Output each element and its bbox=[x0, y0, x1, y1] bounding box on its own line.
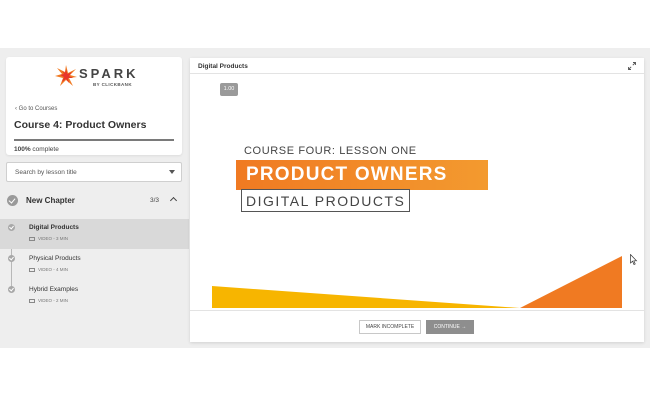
chapter-lesson-count: 3/3 bbox=[150, 197, 160, 204]
video-icon bbox=[29, 236, 35, 241]
lesson-complete-check-icon bbox=[8, 255, 15, 262]
yellow-wedge-shape bbox=[212, 286, 520, 308]
lesson-complete-check-icon bbox=[8, 286, 15, 293]
lesson-panel: Digital Products 1.00 COURSE FOUR: LESSO… bbox=[190, 58, 644, 342]
mark-incomplete-button[interactable]: MARK INCOMPLETE bbox=[359, 320, 421, 334]
course-progress-fill bbox=[14, 139, 174, 141]
chapter-header[interactable]: New Chapter 3/3 bbox=[6, 191, 182, 211]
chapter-complete-check-icon bbox=[7, 195, 18, 206]
dropdown-caret-icon bbox=[169, 170, 175, 174]
lesson-search-placeholder: Search by lesson title bbox=[15, 169, 77, 176]
progress-text: 100% complete bbox=[14, 146, 59, 153]
mouse-pointer-icon bbox=[630, 254, 638, 265]
progress-suffix: complete bbox=[30, 146, 59, 153]
spark-burst-icon bbox=[55, 65, 77, 86]
orange-wedge-shape bbox=[520, 256, 622, 308]
chapter-title: New Chapter bbox=[26, 196, 75, 205]
course-title: Course 4: Product Owners bbox=[14, 119, 147, 131]
chevron-up-icon[interactable] bbox=[169, 196, 178, 205]
go-to-courses-link[interactable]: ‹ Go to Courses bbox=[15, 106, 57, 112]
spark-wordmark: SPARK bbox=[79, 66, 139, 81]
spark-logo[interactable]: SPARK BY CLICKBANK bbox=[55, 65, 155, 89]
lesson-search-select[interactable]: Search by lesson title bbox=[6, 162, 182, 182]
lesson-meta: VIDEO - 2 MIN bbox=[29, 298, 68, 303]
course-progress-bar bbox=[14, 139, 174, 141]
lesson-meta-text: VIDEO - 3 MIN bbox=[38, 236, 69, 241]
lesson-title: Digital Products bbox=[29, 224, 79, 231]
lesson-item-hybrid-examples[interactable]: Hybrid Examples VIDEO - 2 MIN bbox=[0, 281, 189, 311]
lesson-meta-text: VIDEO - 2 MIN bbox=[38, 298, 69, 303]
course-header-card: SPARK BY CLICKBANK ‹ Go to Courses Cours… bbox=[6, 57, 182, 155]
lesson-title: Hybrid Examples bbox=[29, 286, 79, 293]
lesson-item-digital-products[interactable]: Digital Products VIDEO - 3 MIN bbox=[0, 219, 189, 249]
clickbank-subtitle: BY CLICKBANK bbox=[93, 82, 132, 87]
progress-value: 100% bbox=[14, 146, 31, 153]
lesson-complete-check-icon bbox=[8, 224, 15, 231]
video-icon bbox=[29, 267, 35, 272]
continue-button[interactable]: CONTINUE → bbox=[426, 320, 474, 334]
course-player: SPARK BY CLICKBANK ‹ Go to Courses Cours… bbox=[0, 48, 650, 348]
lesson-meta-text: VIDEO - 4 MIN bbox=[38, 267, 69, 272]
slide-decoration bbox=[212, 256, 622, 308]
lesson-title: Physical Products bbox=[29, 255, 81, 262]
lesson-item-physical-products[interactable]: Physical Products VIDEO - 4 MIN bbox=[0, 250, 189, 280]
lesson-footer: MARK INCOMPLETE CONTINUE → bbox=[190, 310, 644, 342]
lesson-meta: VIDEO - 3 MIN bbox=[29, 236, 68, 241]
video-icon bbox=[29, 298, 35, 303]
lesson-meta: VIDEO - 4 MIN bbox=[29, 267, 68, 272]
